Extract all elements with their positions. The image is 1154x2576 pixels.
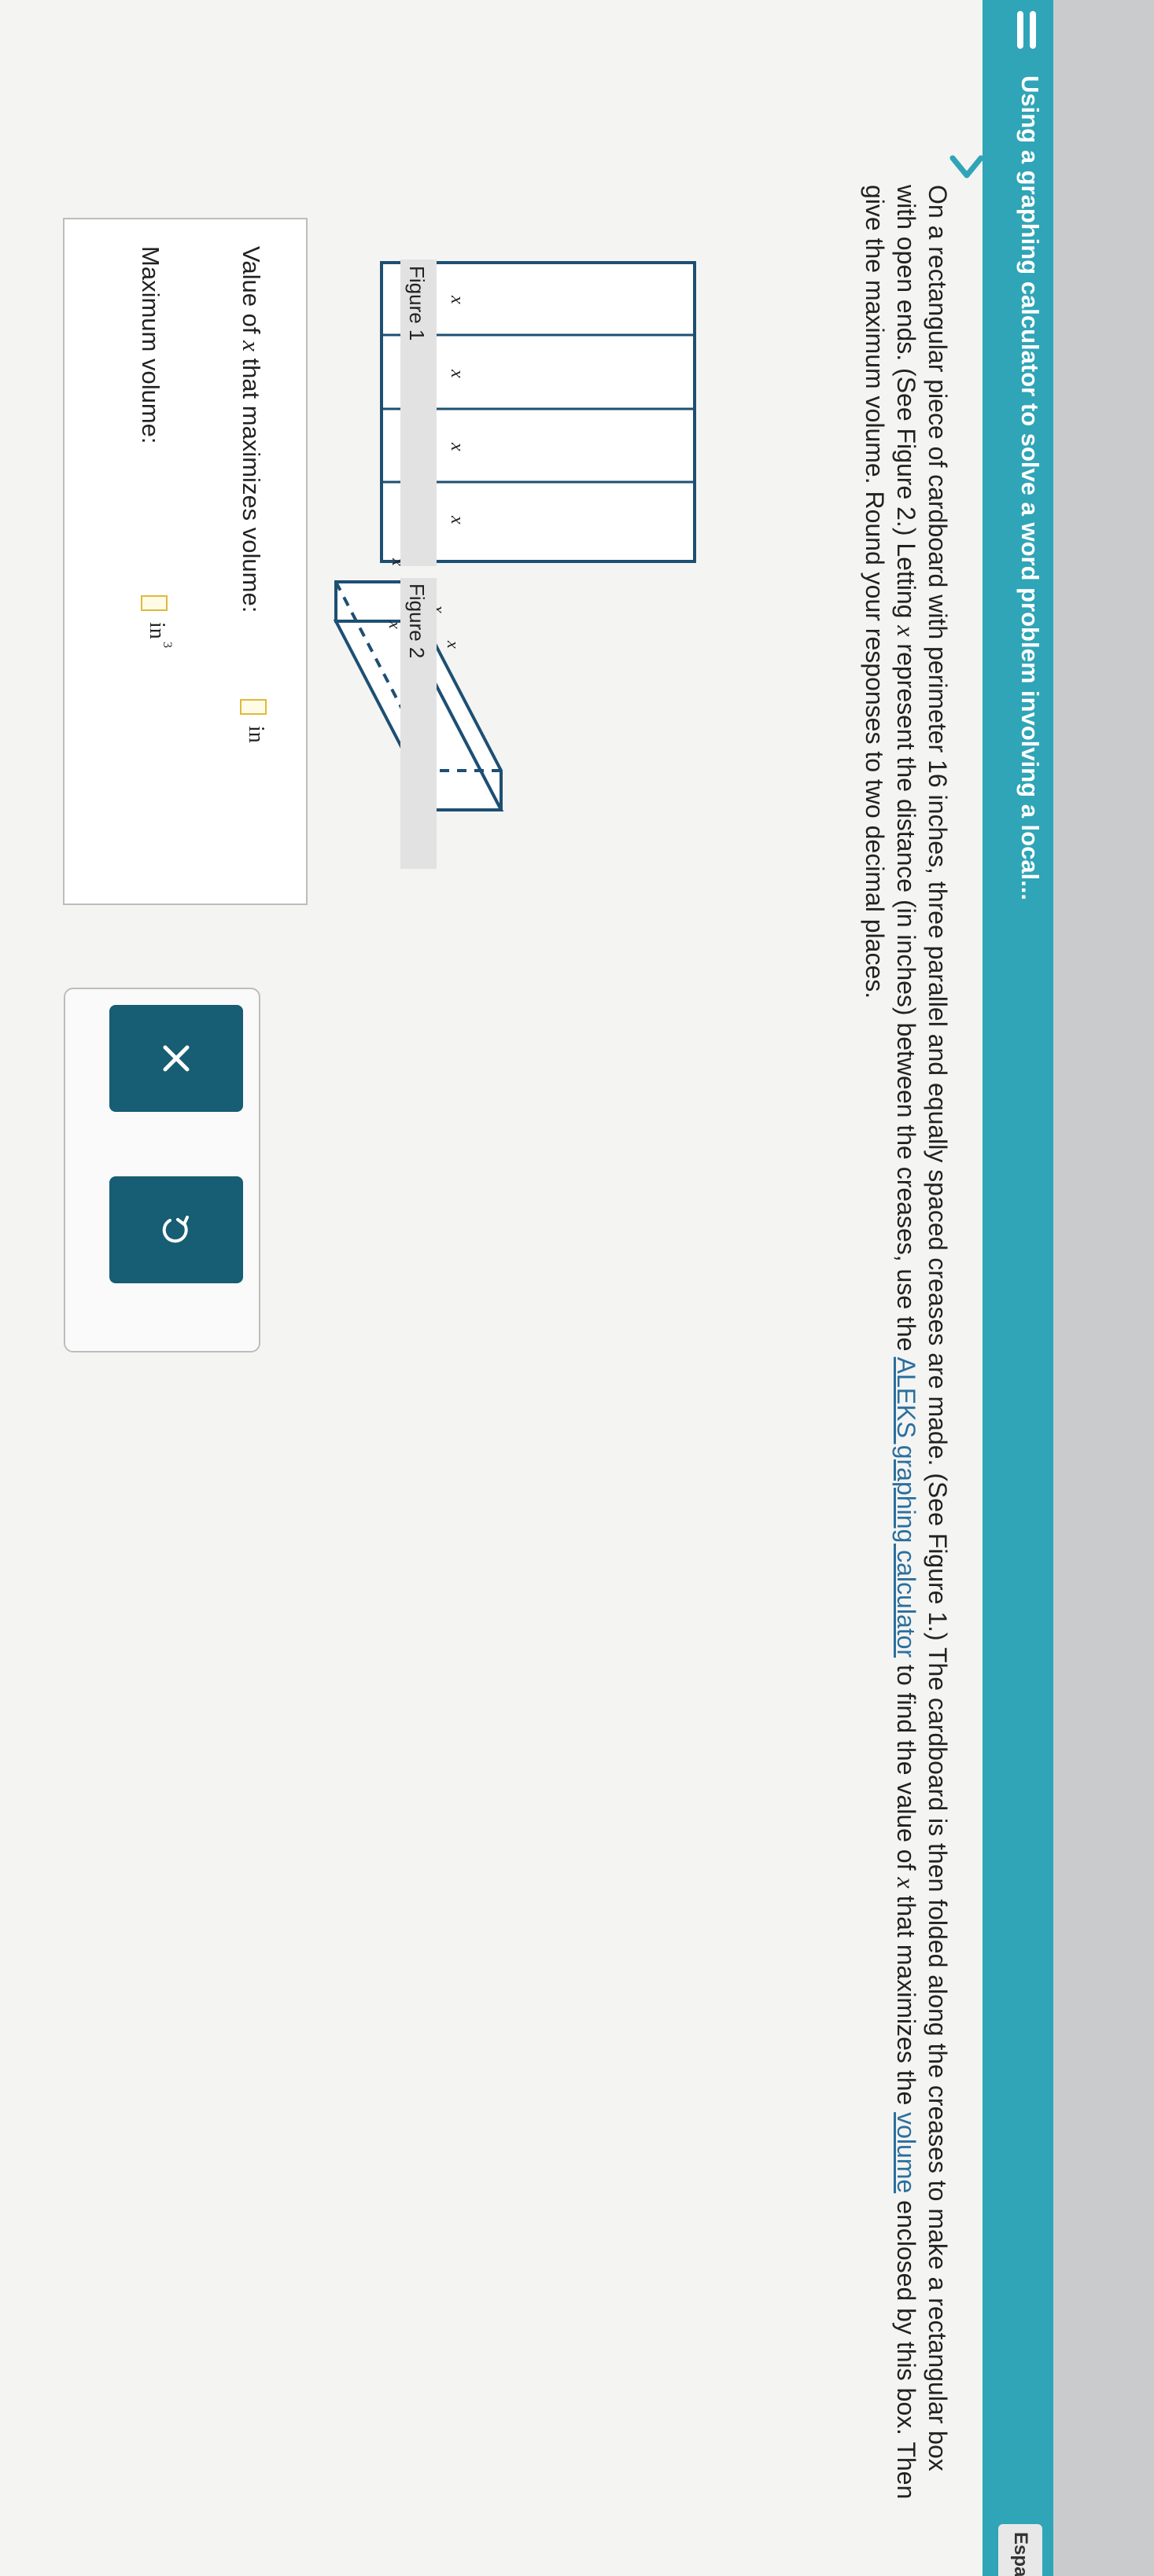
menu-icon[interactable] [1000, 11, 1036, 49]
max-volume-label: Maximum volume: [137, 246, 164, 444]
fig1-x-label: x [447, 516, 467, 524]
figure-1-label: Figure 1 [405, 266, 429, 341]
answer-panel: Value of x that maximizes volume: in Max… [63, 218, 308, 905]
fig1-x-label: x [447, 370, 467, 378]
fig1-x-label: x [447, 296, 467, 304]
x-icon [163, 1045, 190, 1072]
undo-button[interactable] [109, 1176, 243, 1283]
max-volume-unit: in [145, 622, 169, 639]
x-value-unit: in [244, 726, 268, 743]
fig1-x-label: x [447, 443, 467, 451]
collapse-chevron-icon[interactable] [945, 153, 989, 180]
value-x-label: Value of x that maximizes volume: [238, 246, 265, 613]
screen: Using a graphing calculator to solve a w… [0, 0, 1154, 2576]
aleks-calculator-link[interactable]: ALEKS graphing calculator [892, 1357, 920, 1658]
fig2-x-label: x [389, 558, 408, 566]
var-x: x [892, 625, 920, 637]
language-button[interactable]: Espa [998, 2524, 1042, 2576]
max-volume-unit-exponent: 3 [160, 642, 174, 648]
action-button-panel [64, 988, 260, 1352]
fig2-x-label: x [444, 641, 463, 649]
x-value-input[interactable] [240, 699, 267, 715]
clear-button[interactable] [109, 1005, 243, 1112]
volume-link[interactable]: volume [892, 2112, 920, 2193]
figure-2-label: Figure 2 [405, 583, 429, 659]
question-text: On a rectangular piece of cardboard with… [861, 185, 952, 2500]
module-title: Using a graphing calculator to solve a w… [1016, 75, 1044, 901]
top-background [1053, 0, 1154, 2576]
undo-icon [162, 1216, 189, 1243]
max-volume-input[interactable] [141, 595, 168, 611]
